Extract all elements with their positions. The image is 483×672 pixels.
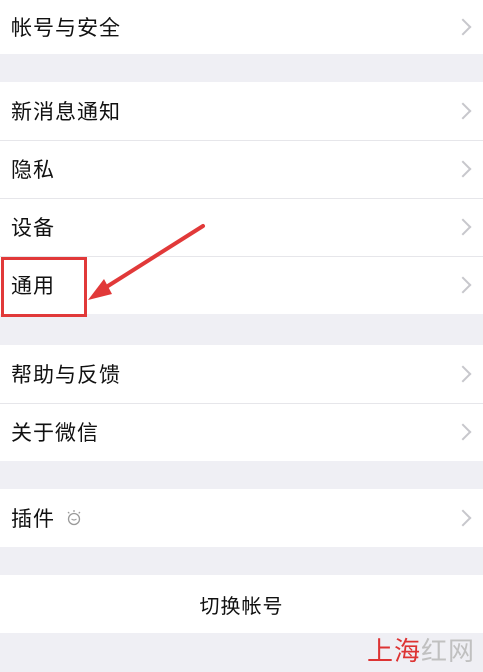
chevron-right-icon bbox=[454, 218, 472, 236]
settings-item-label: 插件 bbox=[11, 508, 55, 531]
settings-item-help-feedback[interactable]: 帮助与反馈 bbox=[0, 345, 483, 403]
settings-item-plugins[interactable]: 插件 bbox=[0, 489, 483, 547]
settings-item-label: 帐号与安全 bbox=[11, 17, 121, 40]
chevron-right-icon bbox=[454, 365, 472, 383]
chevron-right-icon bbox=[454, 160, 472, 178]
account-group: 帐号与安全 bbox=[0, 0, 483, 54]
plugin-bulb-icon bbox=[67, 510, 81, 526]
plugins-group: 插件 bbox=[0, 489, 483, 547]
watermark-text-red: 上海 bbox=[366, 637, 421, 667]
general-settings-group: 新消息通知 隐私 设备 通用 bbox=[0, 82, 483, 314]
settings-item-label: 设备 bbox=[11, 217, 55, 240]
help-about-group: 帮助与反馈 关于微信 bbox=[0, 345, 483, 461]
settings-item-about-wechat[interactable]: 关于微信 bbox=[0, 403, 483, 461]
switch-account-group: 切换帐号 bbox=[0, 575, 483, 633]
settings-item-account-security[interactable]: 帐号与安全 bbox=[0, 0, 483, 54]
chevron-right-icon bbox=[454, 18, 472, 36]
chevron-right-icon bbox=[454, 423, 472, 441]
settings-item-label: 关于微信 bbox=[11, 422, 99, 445]
watermark-text-gray: 红网 bbox=[420, 637, 475, 667]
switch-account-button[interactable]: 切换帐号 bbox=[0, 575, 483, 633]
watermark: 上海红网 bbox=[367, 631, 475, 668]
chevron-right-icon bbox=[454, 102, 472, 120]
settings-item-label: 通用 bbox=[11, 275, 55, 298]
switch-account-label: 切换帐号 bbox=[199, 595, 284, 618]
chevron-right-icon bbox=[454, 276, 472, 294]
settings-item-general[interactable]: 通用 bbox=[0, 256, 483, 314]
settings-item-label: 新消息通知 bbox=[11, 101, 121, 124]
settings-item-new-message-notification[interactable]: 新消息通知 bbox=[0, 82, 483, 140]
settings-item-label: 帮助与反馈 bbox=[11, 364, 121, 387]
chevron-right-icon bbox=[454, 509, 472, 527]
settings-item-label: 隐私 bbox=[11, 159, 55, 182]
settings-item-devices[interactable]: 设备 bbox=[0, 198, 483, 256]
settings-item-privacy[interactable]: 隐私 bbox=[0, 140, 483, 198]
